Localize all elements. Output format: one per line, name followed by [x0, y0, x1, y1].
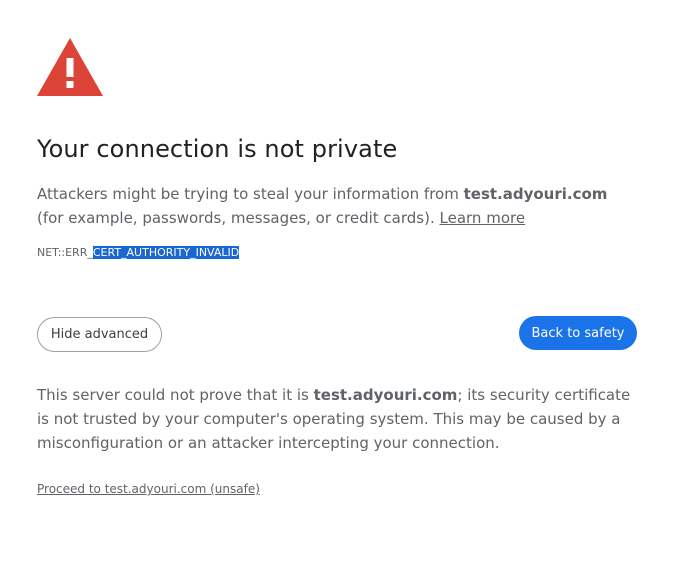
page-title: Your connection is not private	[37, 135, 398, 163]
explanation-paragraph: Attackers might be trying to steal your …	[37, 182, 637, 230]
hide-advanced-button[interactable]: Hide advanced	[37, 317, 162, 352]
interstitial-page: Your connection is not private Attackers…	[0, 0, 678, 564]
error-code: NET::ERR_CERT_AUTHORITY_INVALID	[37, 244, 240, 262]
proceed-unsafe-link[interactable]: Proceed to test.adyouri.com (unsafe)	[37, 480, 260, 498]
explanation-text-2: (for example, passwords, messages, or cr…	[37, 209, 440, 227]
error-code-prefix: NET::ERR_	[37, 246, 93, 259]
details-paragraph: This server could not prove that it is t…	[37, 383, 637, 455]
exclamation-dot	[66, 81, 74, 88]
details-host: test.adyouri.com	[313, 386, 458, 404]
explanation-host: test.adyouri.com	[463, 185, 608, 203]
exclamation-bar	[66, 58, 74, 77]
warning-triangle-icon	[37, 38, 103, 96]
back-to-safety-button[interactable]: Back to safety	[519, 316, 637, 350]
error-code-selected: CERT_AUTHORITY_INVALID	[92, 246, 240, 259]
details-text-1: This server could not prove that it is	[37, 386, 314, 404]
learn-more-link[interactable]: Learn more	[440, 209, 526, 227]
explanation-text-1: Attackers might be trying to steal your …	[37, 185, 464, 203]
